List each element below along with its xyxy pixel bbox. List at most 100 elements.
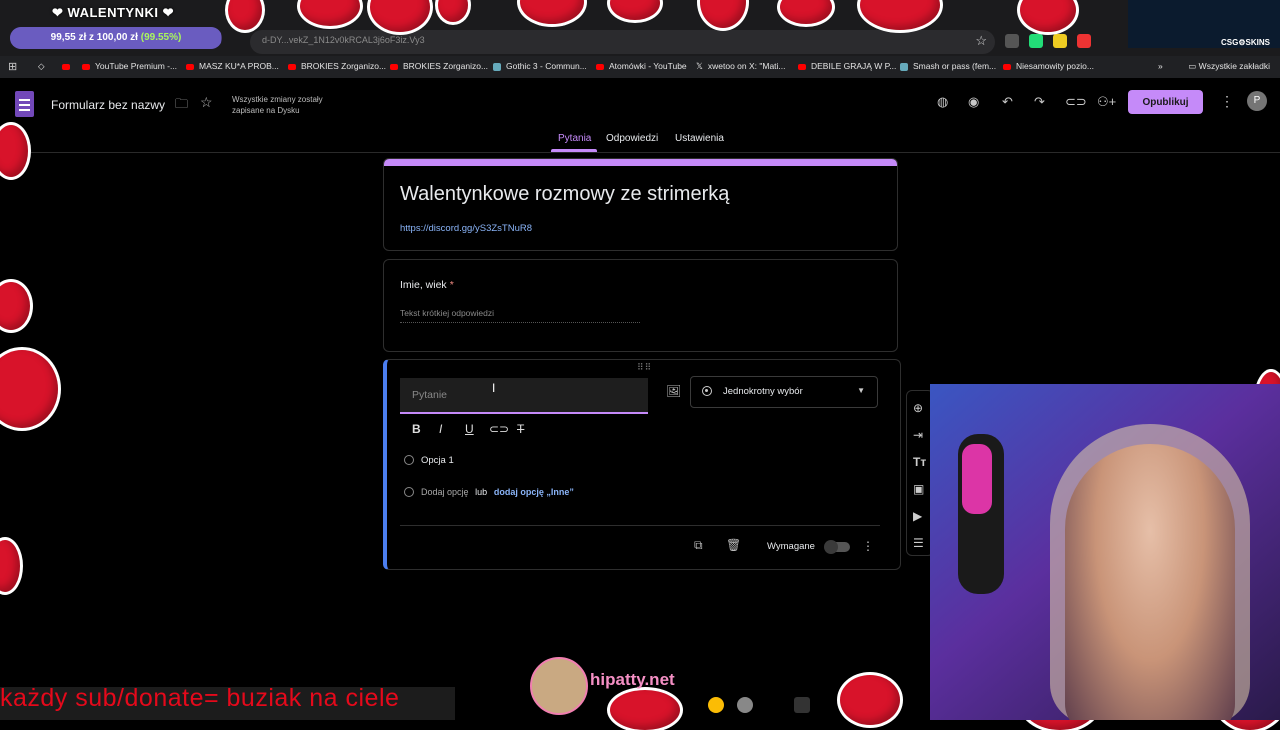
streamer-site: hipatty.net (590, 670, 675, 689)
option-label[interactable]: Opcja 1 (421, 455, 454, 466)
streamer (1065, 444, 1235, 720)
bookmark-item[interactable]: YouTube Premium -... (82, 61, 177, 71)
palette-icon[interactable]: ◍ (937, 94, 948, 110)
folder-icon[interactable]: 🗀 (175, 95, 188, 117)
donation-goal-bar: 99,55 zł z 100,00 zł (99.55%) (10, 27, 222, 49)
radio-circle-icon (404, 487, 414, 498)
option-row[interactable]: Opcja 1 (404, 455, 454, 466)
required-label: Wymagane (767, 541, 815, 552)
publish-button[interactable]: Opublikuj (1128, 90, 1203, 114)
youtube-icon (596, 63, 604, 70)
link-icon[interactable]: ⊂⊃ (1065, 94, 1087, 110)
bookmark-item[interactable]: Gothic 3 - Commun... (493, 61, 587, 71)
extension-icon[interactable] (1053, 34, 1067, 48)
active-question-card[interactable]: ⠿⠿ I 🖼 Jednokrotny wybór ▼ B I U ⊂⊃ T Op… (383, 359, 901, 570)
form-title-card[interactable]: Walentynkowe rozmowy ze strimerką https:… (383, 158, 898, 251)
youtube-icon (82, 63, 90, 70)
settings-gear-icon[interactable] (737, 697, 753, 713)
chevron-right-icon[interactable]: » (1158, 61, 1163, 71)
add-title-icon[interactable]: Tт (913, 455, 926, 469)
duplicate-icon[interactable]: ⧉ (694, 538, 703, 553)
text-cursor-icon: I (492, 381, 496, 395)
apps-grid-icon[interactable]: ⊞ (8, 60, 17, 73)
question-type-label: Jednokrotny wybór (723, 386, 803, 397)
more-options-icon[interactable]: ⋮ (862, 539, 874, 553)
youtube-icon (1003, 63, 1011, 70)
youtube-icon (186, 63, 194, 70)
add-image-icon[interactable]: 🖼 (666, 384, 681, 398)
trash-icon[interactable]: 🗑 (726, 538, 741, 552)
italic-icon[interactable]: I (439, 422, 442, 436)
save-status: Wszystkie zmiany zostały zapisane na Dys… (232, 95, 323, 115)
star-icon[interactable]: ☆ (200, 94, 213, 111)
tab-responses[interactable]: Odpowiedzi (606, 133, 658, 144)
terminal-icon[interactable] (794, 697, 810, 713)
import-questions-icon[interactable]: ⇥ (913, 428, 923, 442)
more-options-icon[interactable]: ⋮ (1220, 93, 1234, 110)
shield-icon[interactable]: ◇ (38, 61, 45, 72)
preview-eye-icon[interactable]: ◉ (968, 94, 979, 110)
forms-logo-icon[interactable] (15, 91, 34, 117)
question-card[interactable]: Imie, wiek * Tekst krótkiej odpowiedzi (383, 259, 898, 352)
bookmark-item[interactable]: BROKIES Zorganizo... (288, 61, 386, 71)
active-tab-indicator (551, 149, 597, 152)
page-icon (493, 62, 501, 71)
short-answer-placeholder: Tekst krótkiej odpowiedzi (400, 308, 640, 323)
bookmark-item[interactable]: 𝕏xwetoo on X: "Mati... (696, 61, 786, 72)
required-marker: * (449, 279, 454, 291)
form-title[interactable]: Walentynkowe rozmowy ze strimerką (400, 183, 729, 206)
link-icon[interactable]: ⊂⊃ (489, 422, 509, 436)
bookmark-star-icon[interactable]: ☆ (975, 33, 987, 49)
goal-title: ❤ WALENTYNKI ❤ (52, 5, 174, 20)
question-input[interactable] (410, 388, 634, 402)
add-video-icon[interactable]: ▶ (913, 509, 922, 523)
youtube-icon (288, 63, 296, 70)
add-option-button[interactable]: Dodaj opcję (421, 487, 469, 497)
underline-icon[interactable]: U (465, 422, 474, 436)
address-bar[interactable]: d-DY...vekZ_1N12v0kRCAL3j6oF3iz.Vy3 ☆ (250, 30, 995, 54)
microphone-light (962, 444, 992, 514)
url-text: d-DY...vekZ_1N12v0kRCAL3j6oF3iz.Vy3 (262, 35, 425, 45)
tab-settings[interactable]: Ustawienia (675, 133, 724, 144)
form-name[interactable]: Formularz bez nazwy (51, 98, 165, 112)
question-field[interactable] (400, 378, 648, 414)
heart-decoration (610, 690, 680, 730)
add-person-icon[interactable]: ⚇+ (1097, 94, 1116, 110)
bookmark-item[interactable] (62, 61, 75, 71)
add-other-button[interactable]: dodaj opcję „Inne” (494, 487, 574, 497)
bookmark-item[interactable]: Smash or pass (fem... (900, 61, 996, 71)
bookmark-item[interactable]: BROKIES Zorganizo... (390, 61, 488, 71)
drag-handle-icon[interactable]: ⠿⠿ (637, 362, 652, 373)
bookmark-item[interactable]: Niesamowity pozio... (1003, 61, 1094, 71)
radio-circle-icon (404, 455, 414, 466)
tab-questions[interactable]: Pytania (558, 133, 591, 144)
heart-decoration (840, 675, 900, 725)
required-toggle[interactable] (824, 540, 850, 554)
heart-decoration (0, 350, 58, 428)
dropdown-arrow-icon: ▼ (857, 386, 865, 395)
extension-icon[interactable] (1005, 34, 1019, 48)
add-image-icon[interactable]: ▣ (913, 482, 924, 496)
redo-icon[interactable]: ↷ (1034, 94, 1045, 110)
bookmark-item[interactable]: MASZ KU*A PROB... (186, 61, 279, 71)
all-bookmarks-folder[interactable]: ▭ Wszystkie zakładki (1188, 61, 1270, 72)
extension-icon[interactable] (1029, 34, 1043, 48)
bookmark-item[interactable]: Atomówki - YouTube (596, 61, 687, 71)
avatar[interactable]: P (1247, 91, 1267, 111)
bold-icon[interactable]: B (412, 422, 421, 436)
add-section-icon[interactable]: ☰ (913, 536, 924, 550)
youtube-icon (390, 63, 398, 70)
chrome-icon[interactable] (708, 697, 724, 713)
goal-progress-text: 99,55 zł z 100,00 zł (99.55%) (50, 32, 182, 43)
form-description-link[interactable]: https://discord.gg/yS3ZsTNuR8 (400, 223, 532, 234)
sponsor-banner: CSG⚙SKINS (1128, 0, 1280, 48)
webcam-feed (930, 384, 1280, 720)
clear-format-icon[interactable]: T (517, 422, 524, 436)
add-question-icon[interactable]: ⊕ (913, 401, 923, 415)
undo-icon[interactable]: ↶ (1002, 94, 1013, 110)
bookmark-item[interactable]: DEBILE GRAJĄ W P... (798, 61, 896, 71)
question-type-select[interactable]: Jednokrotny wybór ▼ (690, 376, 878, 408)
divider (400, 525, 880, 526)
streamer-avatar (530, 657, 588, 715)
extension-icon[interactable] (1077, 34, 1091, 48)
